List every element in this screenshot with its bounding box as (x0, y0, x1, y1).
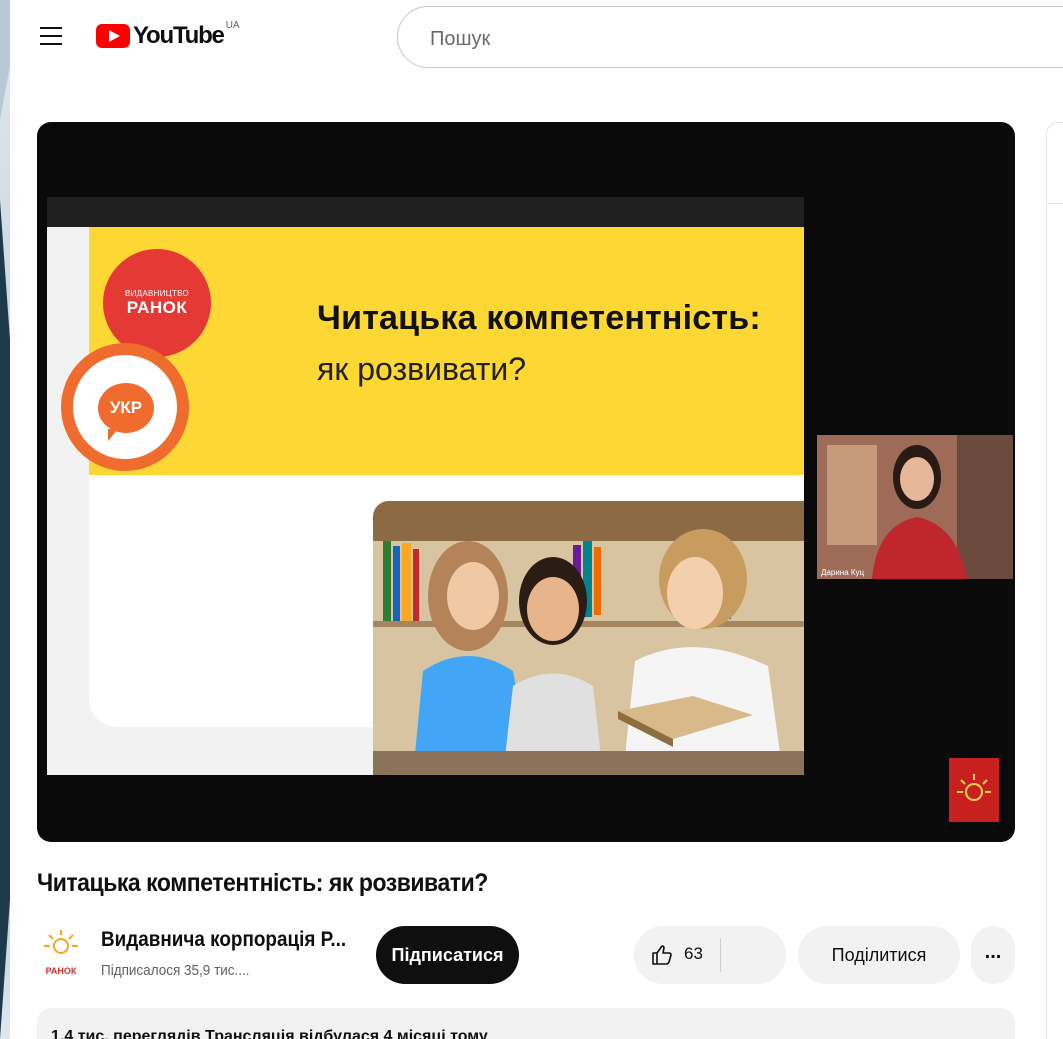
presenter-name: Дарина Куц (821, 568, 865, 577)
subscriber-count: Підписалося 35,9 тис.... (101, 962, 250, 979)
search-input[interactable] (428, 23, 1032, 55)
logo-text: YouTube (133, 22, 225, 49)
like-dislike-group: 63 (634, 926, 786, 984)
youtube-logo[interactable]: YouTube UA (96, 20, 240, 52)
presentation-slide: Читацька компетентність: як розвивати? В… (47, 197, 804, 775)
more-actions-button[interactable]: ... (971, 926, 1015, 984)
ranok-badge: ВИДАВНИЦТВО РАНОК (103, 249, 211, 357)
channel-logo-text: РАНОК (46, 966, 77, 976)
ukr-badge: УКР (61, 343, 189, 471)
badge-big-text: РАНОК (126, 298, 188, 317)
top-bar: YouTube UA (10, 0, 1063, 80)
youtube-page: YouTube UA Читацька компетентність: як р… (10, 0, 1063, 1039)
search-box (397, 6, 1063, 68)
like-count: 63 (684, 944, 703, 963)
description-box[interactable]: 1,4 тис. переглядів Трансляція відбулася… (37, 1008, 1015, 1039)
video-title: Читацька компетентність: як розвивати? (37, 869, 488, 897)
channel-name[interactable]: Видавнича корпорація Р... (101, 928, 346, 952)
play-icon (96, 24, 130, 48)
thumbs-up-icon (650, 943, 674, 972)
slide-canvas: Читацька компетентність: як розвивати? В… (47, 227, 804, 775)
like-button[interactable]: 63 (634, 926, 720, 984)
dislike-button[interactable] (721, 926, 786, 984)
badge-small-text: ВИДАВНИЦТВО (124, 289, 190, 298)
slide-title: Читацька компетентність: (317, 299, 761, 337)
slide-photo (373, 501, 804, 775)
video-player[interactable]: Читацька компетентність: як розвивати? В… (37, 122, 1015, 842)
slide-subtitle: як розвивати? (317, 351, 527, 387)
ukr-bubble: УКР (98, 383, 154, 441)
subscribe-button[interactable]: Підписатися (376, 926, 519, 984)
presenter-webcam: Дарина Куц (817, 435, 1013, 579)
share-button[interactable]: Поділитися (798, 926, 960, 984)
country-code: UA (225, 20, 240, 31)
ranok-watermark (949, 758, 999, 822)
hamburger-menu-icon[interactable] (40, 27, 62, 45)
chat-panel (1046, 122, 1063, 1039)
channel-avatar[interactable]: РАНОК (40, 926, 82, 978)
view-count-and-date: 1,4 тис. переглядів Трансляція відбулася… (51, 1028, 488, 1039)
